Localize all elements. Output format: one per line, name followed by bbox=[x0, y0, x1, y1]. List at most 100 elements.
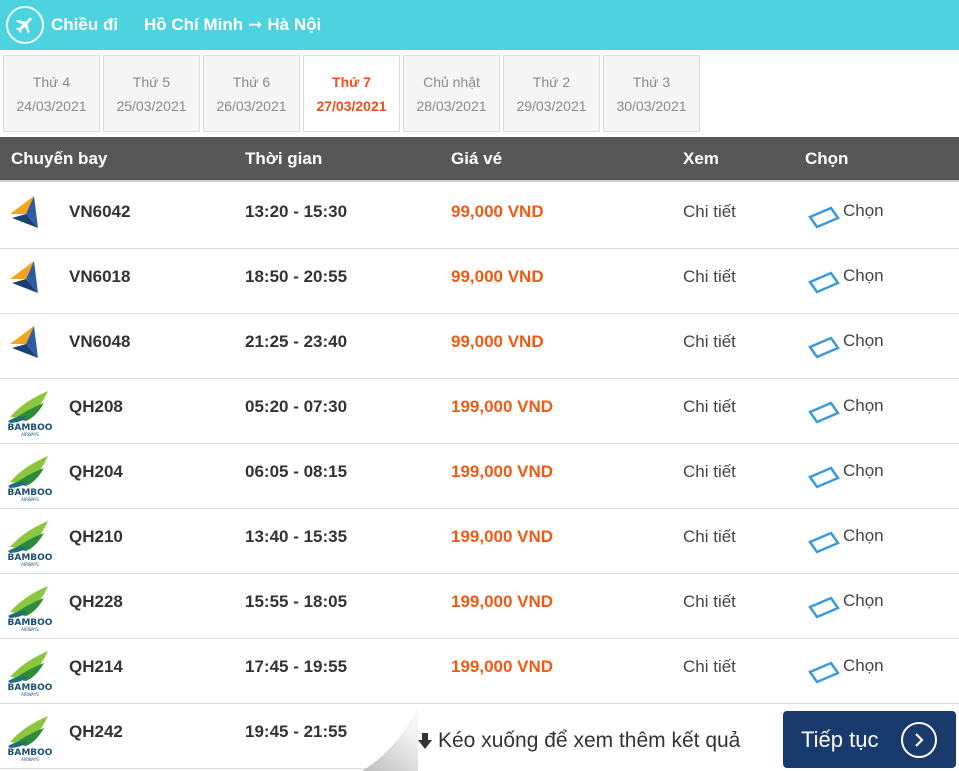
detail-link[interactable]: Chi tiết bbox=[683, 397, 736, 417]
choose-label: Chọn bbox=[843, 461, 884, 480]
flight-row-0: VN6042 13:20 - 15:30 99,000 VND Chi tiết… bbox=[0, 184, 959, 249]
column-header-view: Xem bbox=[683, 149, 719, 168]
scroll-hint-text: Kéo xuống để xem thêm kết quả bbox=[438, 729, 741, 752]
date-tab-6[interactable]: Thứ 3 30/03/2021 bbox=[603, 55, 700, 132]
detail-link[interactable]: Chi tiết bbox=[683, 267, 736, 287]
flight-number: QH242 bbox=[69, 722, 123, 741]
svg-text:AIRWAYS: AIRWAYS bbox=[21, 692, 39, 697]
flight-row-6: BAMBOO AIRWAYS QH228 15:55 - 18:05 199,00… bbox=[0, 574, 959, 639]
choose-option[interactable]: Chọn bbox=[808, 266, 884, 295]
flight-number: VN6048 bbox=[69, 332, 131, 351]
flight-time: 17:45 - 19:55 bbox=[245, 657, 348, 676]
flight-price: 199,000 VND bbox=[451, 397, 554, 416]
date-tab-5[interactable]: Thứ 2 29/03/2021 bbox=[503, 55, 600, 132]
date-tab-0[interactable]: Thứ 4 24/03/2021 bbox=[3, 55, 100, 132]
choose-option[interactable]: Chọn bbox=[808, 396, 884, 425]
choose-label: Chọn bbox=[843, 396, 884, 415]
choose-label: Chọn bbox=[843, 331, 884, 350]
airline-logo-bamboo: BAMBOO AIRWAYS bbox=[4, 647, 56, 697]
svg-text:AIRWAYS: AIRWAYS bbox=[21, 432, 39, 437]
origin-city: Hồ Chí Minh bbox=[144, 15, 244, 34]
date-tab-day: Thứ 3 bbox=[632, 73, 671, 90]
select-radio-icon bbox=[808, 596, 840, 619]
date-tab-date: 25/03/2021 bbox=[116, 97, 187, 114]
flight-time: 13:40 - 15:35 bbox=[245, 527, 348, 546]
choose-option[interactable]: Chọn bbox=[808, 591, 884, 620]
vietnam-airlines-logo-icon bbox=[10, 196, 38, 228]
select-radio-icon bbox=[808, 466, 840, 489]
date-tab-date: 26/03/2021 bbox=[216, 97, 287, 114]
flight-number: QH214 bbox=[69, 657, 123, 676]
date-tab-3[interactable]: Thứ 7 27/03/2021 bbox=[303, 55, 400, 132]
airline-logo-bamboo: BAMBOO AIRWAYS bbox=[4, 517, 56, 567]
date-tab-date: 29/03/2021 bbox=[516, 97, 587, 114]
date-tab-day: Thứ 4 bbox=[32, 73, 71, 90]
date-tab-day: Thứ 7 bbox=[332, 73, 371, 90]
vietnam-airlines-logo-icon bbox=[10, 326, 38, 358]
svg-text:AIRWAYS: AIRWAYS bbox=[21, 757, 39, 762]
airline-logo-vietnam-airlines bbox=[4, 322, 56, 372]
date-tab-date: 28/03/2021 bbox=[416, 97, 487, 114]
select-radio-icon bbox=[808, 271, 840, 294]
flight-row-4: BAMBOO AIRWAYS QH204 06:05 - 08:15 199,00… bbox=[0, 444, 959, 509]
date-tab-day: Thứ 5 bbox=[132, 73, 171, 90]
svg-text:AIRWAYS: AIRWAYS bbox=[21, 627, 39, 632]
choose-option[interactable]: Chọn bbox=[808, 526, 884, 555]
table-header: Chuyến bay Thời gian Giá vé Xem Chọn bbox=[0, 137, 959, 182]
choose-option[interactable]: Chọn bbox=[808, 201, 884, 230]
route-text: Hồ Chí Minh ➞ Hà Nội bbox=[144, 15, 321, 35]
choose-option[interactable]: Chọn bbox=[808, 656, 884, 685]
choose-label: Chọn bbox=[843, 266, 884, 285]
date-tab-2[interactable]: Thứ 6 26/03/2021 bbox=[203, 55, 300, 132]
date-tab-1[interactable]: Thứ 5 25/03/2021 bbox=[103, 55, 200, 132]
choose-option[interactable]: Chọn bbox=[808, 461, 884, 490]
flight-price: 99,000 VND bbox=[451, 267, 544, 286]
bamboo-airways-logo-icon: BAMBOOAIRWAYS bbox=[8, 716, 53, 762]
date-tab-date: 24/03/2021 bbox=[16, 97, 87, 114]
choose-label: Chọn bbox=[843, 526, 884, 545]
flight-row-1: VN6018 18:50 - 20:55 99,000 VND Chi tiết… bbox=[0, 249, 959, 314]
flight-number: QH204 bbox=[69, 462, 123, 481]
bamboo-airways-logo-icon: BAMBOOAIRWAYS bbox=[8, 651, 53, 697]
flight-number: VN6018 bbox=[69, 267, 131, 286]
column-header-flight: Chuyến bay bbox=[11, 149, 108, 168]
flight-search-results: Chiều đi Hồ Chí Minh ➞ Hà Nội Thứ 4 24/0… bbox=[0, 0, 959, 771]
date-tab-date: 30/03/2021 bbox=[616, 97, 687, 114]
detail-link[interactable]: Chi tiết bbox=[683, 462, 736, 482]
choose-option[interactable]: Chọn bbox=[808, 331, 884, 360]
detail-link[interactable]: Chi tiết bbox=[683, 202, 736, 222]
airline-logo-bamboo: BAMBOO AIRWAYS bbox=[4, 712, 56, 762]
airline-logo-bamboo: BAMBOO AIRWAYS bbox=[4, 387, 56, 437]
choose-label: Chọn bbox=[843, 656, 884, 675]
flight-number: QH228 bbox=[69, 592, 123, 611]
destination-city: Hà Nội bbox=[267, 15, 322, 34]
bamboo-airways-logo-icon: BAMBOOAIRWAYS bbox=[8, 586, 53, 632]
vietnam-airlines-logo-icon bbox=[10, 261, 38, 293]
bamboo-airways-logo-icon: BAMBOOAIRWAYS bbox=[8, 391, 53, 437]
flight-row-3: BAMBOO AIRWAYS QH208 05:20 - 07:30 199,00… bbox=[0, 379, 959, 444]
flight-price: 199,000 VND bbox=[451, 527, 554, 546]
detail-link[interactable]: Chi tiết bbox=[683, 592, 736, 612]
detail-link[interactable]: Chi tiết bbox=[683, 332, 736, 352]
choose-label: Chọn bbox=[843, 591, 884, 610]
flight-price: 199,000 VND bbox=[451, 462, 554, 481]
svg-text:AIRWAYS: AIRWAYS bbox=[21, 497, 39, 502]
route-arrow-icon: ➞ bbox=[248, 15, 263, 34]
column-header-choose: Chọn bbox=[805, 149, 849, 168]
date-tab-day: Chủ nhật bbox=[423, 73, 480, 90]
bamboo-airways-logo-icon: BAMBOOAIRWAYS bbox=[8, 456, 53, 502]
flight-time: 15:55 - 18:05 bbox=[245, 592, 348, 611]
airline-logo-bamboo: BAMBOO AIRWAYS bbox=[4, 582, 56, 632]
date-tabs: Thứ 4 24/03/2021 Thứ 5 25/03/2021 Thứ 6 … bbox=[3, 55, 703, 132]
date-tab-4[interactable]: Chủ nhật 28/03/2021 bbox=[403, 55, 500, 132]
flight-number: QH208 bbox=[69, 397, 123, 416]
flight-time: 13:20 - 15:30 bbox=[245, 202, 348, 221]
date-tab-date: 27/03/2021 bbox=[316, 97, 387, 114]
airline-logo-vietnam-airlines bbox=[4, 192, 56, 242]
continue-button[interactable]: Tiếp tục bbox=[783, 711, 956, 768]
flight-row-5: BAMBOO AIRWAYS QH210 13:40 - 15:35 199,00… bbox=[0, 509, 959, 574]
date-tab-day: Thứ 2 bbox=[532, 73, 571, 90]
detail-link[interactable]: Chi tiết bbox=[683, 527, 736, 547]
flight-time: 05:20 - 07:30 bbox=[245, 397, 348, 416]
detail-link[interactable]: Chi tiết bbox=[683, 657, 736, 677]
